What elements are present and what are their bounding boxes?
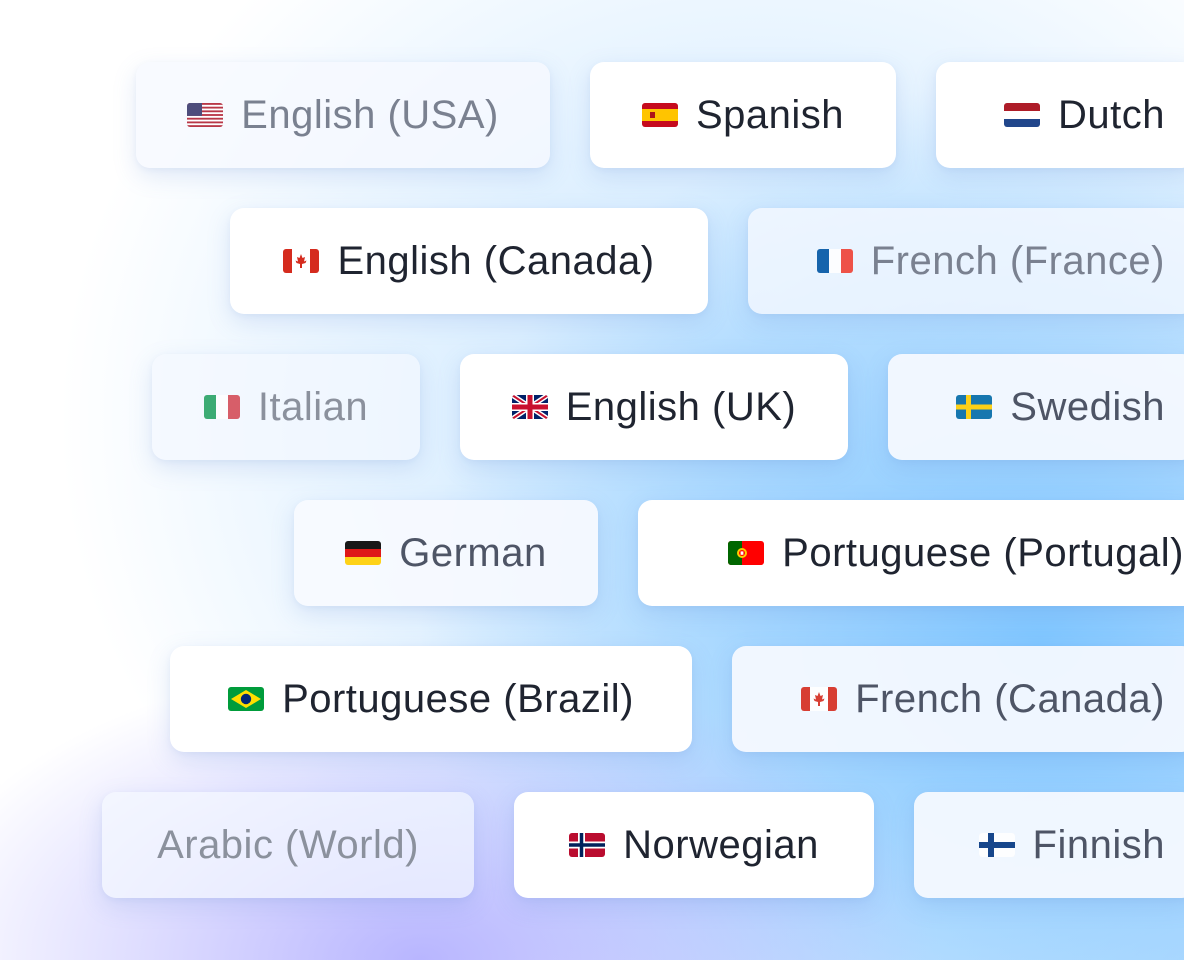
language-label: Spanish xyxy=(695,92,845,137)
language-option-portuguese-portugal[interactable]: Portuguese (Portugal) xyxy=(638,500,1184,606)
language-option-english-canada[interactable]: English (Canada) xyxy=(230,208,708,314)
it-flag-icon xyxy=(203,395,240,419)
language-label: Dutch xyxy=(1058,92,1165,137)
language-option-english-usa[interactable]: English (USA) xyxy=(136,62,550,168)
br-flag-icon xyxy=(228,687,265,711)
ca-flag-icon xyxy=(801,687,838,711)
language-label: German xyxy=(399,530,547,575)
language-label: French (Canada) xyxy=(855,676,1165,721)
language-option-dutch[interactable]: Dutch xyxy=(936,62,1184,168)
language-option-spanish[interactable]: Spanish xyxy=(590,62,896,168)
language-option-arabic-world[interactable]: Arabic (World) xyxy=(102,792,474,898)
es-flag-icon xyxy=(641,103,678,127)
language-option-italian[interactable]: Italian xyxy=(152,354,420,460)
language-label: Italian xyxy=(257,384,369,429)
gb-flag-icon xyxy=(511,395,548,419)
language-option-english-uk[interactable]: English (UK) xyxy=(460,354,848,460)
language-label: Finnish xyxy=(1032,822,1165,867)
pt-flag-icon xyxy=(728,541,765,565)
language-label: Swedish xyxy=(1010,384,1165,429)
language-label: Portuguese (Brazil) xyxy=(282,676,634,721)
us-flag-icon xyxy=(187,103,224,127)
no-flag-icon xyxy=(569,833,606,857)
language-label: English (USA) xyxy=(241,92,499,137)
language-option-norwegian[interactable]: Norwegian xyxy=(514,792,874,898)
language-option-french-canada[interactable]: French (Canada) xyxy=(732,646,1184,752)
language-option-french-france[interactable]: French (France) xyxy=(748,208,1184,314)
ca-flag-icon xyxy=(283,249,320,273)
language-label: Norwegian xyxy=(623,822,819,867)
language-option-finnish[interactable]: Finnish xyxy=(914,792,1184,898)
se-flag-icon xyxy=(956,395,993,419)
nl-flag-icon xyxy=(1004,103,1040,127)
language-label: Arabic (World) xyxy=(157,822,419,867)
fi-flag-icon xyxy=(978,833,1015,857)
de-flag-icon xyxy=(345,541,382,565)
language-option-german[interactable]: German xyxy=(294,500,598,606)
language-label: English (Canada) xyxy=(337,238,655,283)
fr-flag-icon xyxy=(816,249,853,273)
language-label: English (UK) xyxy=(565,384,797,429)
language-label: Portuguese (Portugal) xyxy=(782,530,1184,575)
language-option-portuguese-brazil[interactable]: Portuguese (Brazil) xyxy=(170,646,692,752)
language-label: French (France) xyxy=(870,238,1165,283)
language-option-swedish[interactable]: Swedish xyxy=(888,354,1184,460)
